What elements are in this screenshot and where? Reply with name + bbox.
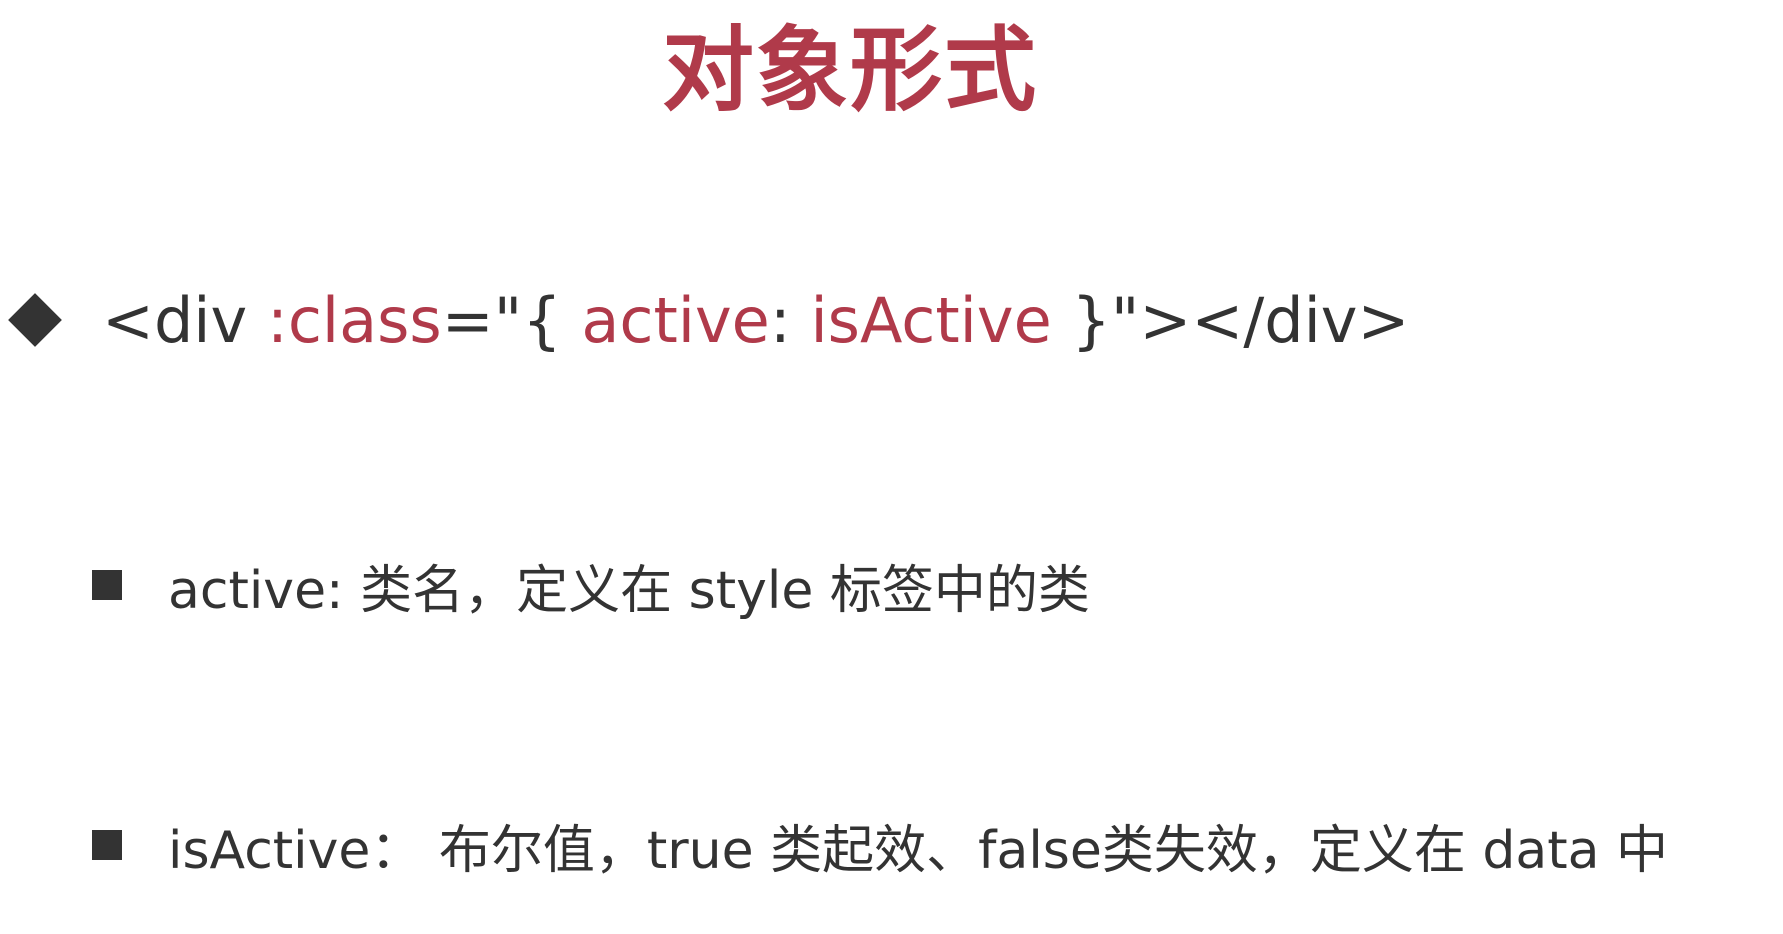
code-colon: : xyxy=(769,283,811,357)
slide-title: 对象形式 xyxy=(661,17,1038,124)
code-prefix: <div xyxy=(102,283,267,357)
point-item-isactive: isActive： 布尔值，true 类起效、false类失效，定义在 data… xyxy=(92,810,1669,881)
square-bullet-icon xyxy=(92,830,122,860)
square-bullet-icon xyxy=(92,570,122,600)
code-mid: ="{ xyxy=(441,283,582,357)
code-suffix: }"></div> xyxy=(1051,283,1410,357)
code-value: isActive xyxy=(810,283,1052,357)
point-text: active: 类名，定义在 style 标签中的类 xyxy=(168,560,1090,621)
point-item-active: active: 类名，定义在 style 标签中的类 xyxy=(92,550,1090,621)
point-text: isActive： 布尔值，true 类起效、false类失效，定义在 data… xyxy=(168,820,1669,881)
code-key: active xyxy=(581,283,770,357)
code-example: <div :class="{ active: isActive }"></div… xyxy=(102,284,1409,357)
diamond-bullet-icon xyxy=(8,293,62,347)
code-directive: :class xyxy=(266,283,442,357)
code-example-row: <div :class="{ active: isActive }"></div… xyxy=(8,280,1409,360)
